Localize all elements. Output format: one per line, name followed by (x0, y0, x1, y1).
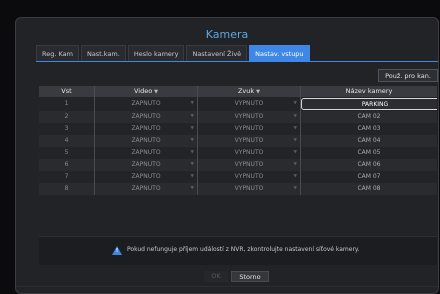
camera-name-input[interactable]: CAM 08 (300, 183, 437, 195)
zvuk-select[interactable]: VYPNUTO ▼ (197, 123, 300, 135)
dialog-title: Kamera (205, 28, 249, 41)
chevron-down-icon: ▼ (190, 186, 194, 191)
vst-cell: 3 (64, 125, 69, 132)
zvuk-select[interactable]: VYPNUTO ▼ (197, 171, 300, 183)
table-row: 6 ZAPNUTO ▼ VYPNUTO ▼ CAM 06 (39, 159, 437, 171)
chevron-down-icon: ▼ (190, 150, 194, 155)
chevron-down-icon: ▼ (190, 138, 194, 143)
chevron-down-icon: ▼ (293, 114, 297, 119)
video-select[interactable]: ZAPNUTO ▼ (94, 135, 197, 147)
tab-underline (36, 61, 438, 62)
copy-to-channels-button[interactable]: Použ. pro kan. (378, 69, 438, 82)
chevron-down-icon: ▼ (190, 162, 194, 167)
camera-name-input[interactable]: CAM 04 (300, 135, 437, 147)
table-row: 1 ZAPNUTO ▼ VYPNUTO ▼ PARKING (39, 97, 437, 111)
video-select[interactable]: ZAPNUTO ▼ (94, 97, 197, 111)
table-row: 7 ZAPNUTO ▼ VYPNUTO ▼ CAM 07 (39, 171, 437, 183)
camera-name-input[interactable]: CAM 02 (300, 111, 437, 123)
table-row: 2 ZAPNUTO ▼ VYPNUTO ▼ CAM 02 (39, 111, 437, 123)
camera-name-input[interactable]: CAM 06 (300, 159, 437, 171)
chevron-down-icon: ▼ (190, 126, 194, 131)
notice-text: Pokud nefunguje příjem událostí z NVR, z… (127, 246, 360, 253)
chevron-down-icon: ▼ (293, 150, 297, 155)
chevron-down-icon: ▼ (293, 126, 297, 131)
table-row: 4 ZAPNUTO ▼ VYPNUTO ▼ CAM 04 (39, 135, 437, 147)
video-select[interactable]: ZAPNUTO ▼ (94, 159, 197, 171)
tab-heslo-kamery[interactable]: Heslo kamery (127, 45, 185, 61)
tab-nast-kam[interactable]: Nast.kam. (80, 45, 126, 61)
tab-nastav-vstupu[interactable]: Nastav. vstupu (249, 45, 310, 61)
zvuk-select[interactable]: VYPNUTO ▼ (197, 159, 300, 171)
zvuk-select[interactable]: VYPNUTO ▼ (197, 183, 300, 195)
vst-cell: 8 (64, 185, 69, 192)
chevron-down-icon: ▼ (190, 114, 194, 119)
table-row: 8 ZAPNUTO ▼ VYPNUTO ▼ CAM 08 (39, 183, 437, 195)
warning-icon-mark: ! (115, 248, 119, 254)
video-select[interactable]: ZAPNUTO ▼ (94, 111, 197, 123)
vst-cell: 6 (64, 161, 69, 168)
header-video[interactable]: Video ▼ (94, 86, 197, 97)
camera-dialog: Kamera Reg. Kam Nast.kam. Heslo kamery N… (15, 17, 439, 294)
vst-cell: 4 (64, 137, 69, 144)
cancel-button[interactable]: Storno (231, 271, 269, 282)
input-table: Vst Video ▼ Zvuk ▼ Název kamery 1 ZAPNUTO ▼… (39, 86, 437, 195)
header-vst: Vst (61, 87, 72, 95)
vst-cell: 5 (64, 149, 69, 156)
chevron-down-icon: ▼ (154, 89, 159, 95)
video-select[interactable]: ZAPNUTO ▼ (94, 183, 197, 195)
video-select[interactable]: ZAPNUTO ▼ (94, 147, 197, 159)
header-nazev-kamery: Název kamery (300, 86, 437, 97)
vst-cell: 1 (64, 100, 69, 107)
camera-name-input[interactable]: CAM 05 (300, 147, 437, 159)
chevron-down-icon: ▼ (293, 101, 297, 106)
footer-divider (16, 286, 438, 287)
vst-cell: 7 (64, 173, 69, 180)
zvuk-select[interactable]: VYPNUTO ▼ (197, 97, 300, 111)
video-select[interactable]: ZAPNUTO ▼ (94, 123, 197, 135)
notice-panel: ! Pokud nefunguje příjem událostí z NVR,… (39, 236, 437, 265)
ok-button[interactable]: OK (204, 271, 228, 282)
zvuk-select[interactable]: VYPNUTO ▼ (197, 111, 300, 123)
chevron-down-icon: ▼ (190, 101, 194, 106)
table-header: Vst Video ▼ Zvuk ▼ Název kamery (39, 86, 437, 97)
tab-bar: Reg. Kam Nast.kam. Heslo kamery Nastaven… (36, 45, 312, 61)
table-row: 3 ZAPNUTO ▼ VYPNUTO ▼ CAM 03 (39, 123, 437, 135)
tab-nastaveni-zive[interactable]: Nastavení Živě (186, 45, 248, 61)
header-zvuk[interactable]: Zvuk ▼ (197, 86, 300, 97)
chevron-down-icon: ▼ (293, 162, 297, 167)
zvuk-select[interactable]: VYPNUTO ▼ (197, 147, 300, 159)
zvuk-select[interactable]: VYPNUTO ▼ (197, 135, 300, 147)
chevron-down-icon: ▼ (293, 138, 297, 143)
chevron-down-icon: ▼ (293, 174, 297, 179)
vst-cell: 2 (64, 113, 69, 120)
camera-name-input[interactable]: CAM 03 (300, 123, 437, 135)
table-row: 5 ZAPNUTO ▼ VYPNUTO ▼ CAM 05 (39, 147, 437, 159)
chevron-down-icon: ▼ (293, 186, 297, 191)
chevron-down-icon: ▼ (256, 89, 261, 95)
chevron-down-icon: ▼ (190, 174, 194, 179)
video-select[interactable]: ZAPNUTO ▼ (94, 171, 197, 183)
camera-name-input[interactable]: PARKING (300, 97, 437, 111)
tab-reg-kam[interactable]: Reg. Kam (36, 45, 79, 61)
camera-name-input[interactable]: CAM 07 (300, 171, 437, 183)
